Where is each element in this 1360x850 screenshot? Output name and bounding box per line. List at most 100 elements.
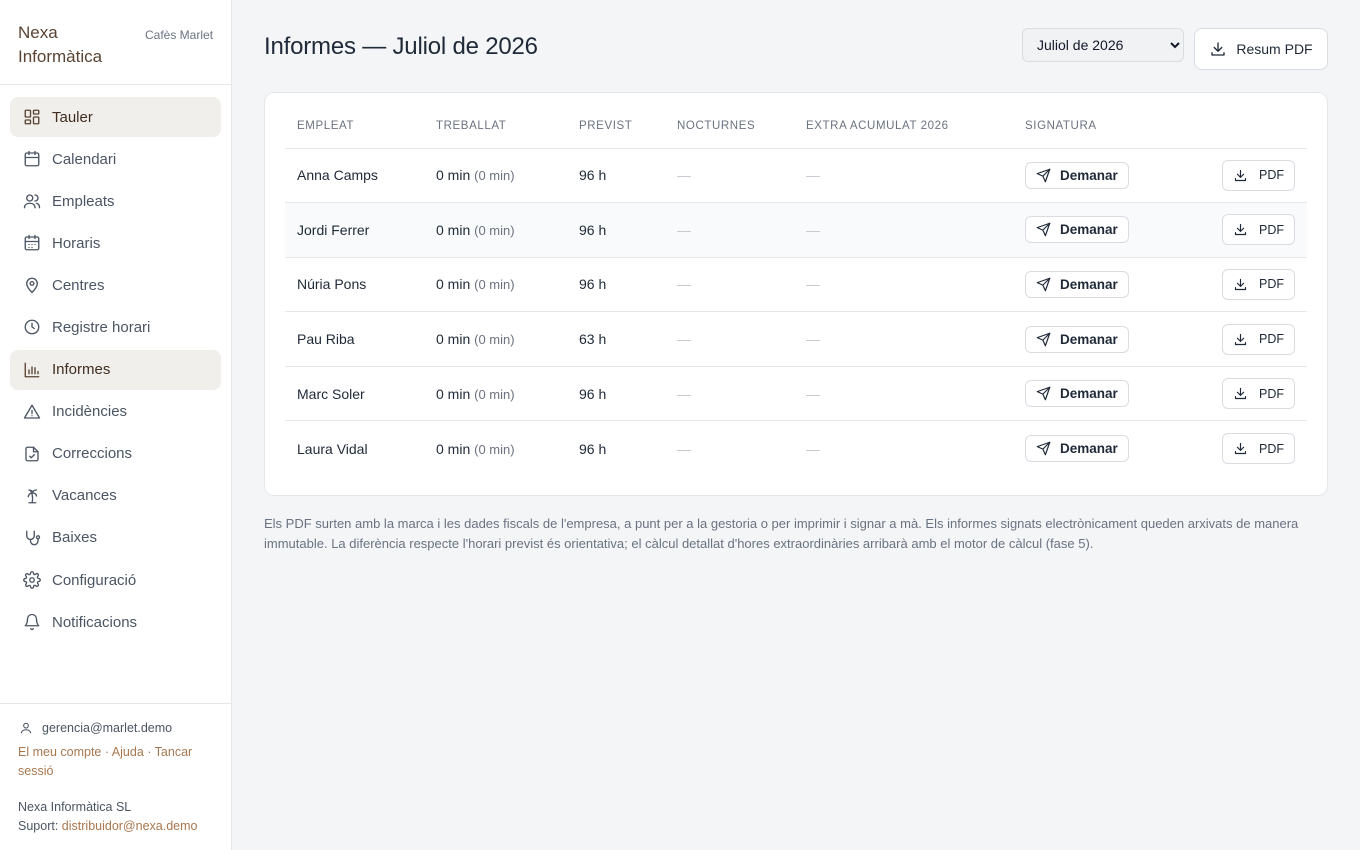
pdf-label: PDF (1259, 222, 1284, 237)
employee-pdf-button[interactable]: PDF (1222, 159, 1295, 191)
sidebar-item-label: Configuració (52, 571, 137, 589)
request-signature-button[interactable]: Demanar (1025, 270, 1129, 298)
pdf-label: PDF (1259, 441, 1284, 456)
worked-cell: 0 min (0 min) (424, 257, 567, 313)
employee-pdf-button[interactable]: PDF (1222, 378, 1295, 410)
calendar-icon (22, 149, 42, 169)
sidebar-item-label: Registre horari (52, 318, 151, 336)
column-header: Empleat (285, 120, 424, 149)
worked-value: 0 min (436, 167, 471, 184)
employee-pdf-button[interactable]: PDF (1222, 214, 1295, 246)
sidebar-item-vacances[interactable]: Vacances (10, 476, 221, 516)
column-header-actions (1173, 120, 1307, 149)
sidebar-item-horaris[interactable]: Horaris (10, 223, 221, 263)
pdf-cell: PDF (1173, 311, 1307, 367)
download-icon (1234, 169, 1247, 181)
worked-cell: 0 min (0 min) (424, 202, 567, 258)
sidebar-item-label: Correccions (52, 445, 133, 463)
sidebar-item-tauler[interactable]: Tauler (10, 97, 221, 137)
download-icon (1234, 278, 1247, 291)
sidebar-item-notificacions[interactable]: Notificacions (10, 602, 221, 642)
send-icon (1036, 386, 1051, 401)
sidebar-item-correccions[interactable]: Correccions (10, 434, 221, 474)
sidebar: Nexa Informàtica Cafès Marlet Tauler Cal… (0, 0, 232, 850)
gear-icon (22, 570, 42, 590)
table-row: Pau Riba 0 min (0 min) 63 h — — Demanar PDF (285, 311, 1307, 367)
worked-sub-value: (0 min) (474, 332, 515, 348)
employee-name: Pau Riba (285, 311, 424, 367)
my-account-link[interactable]: El meu compte (18, 745, 101, 759)
month-select[interactable]: Juliol de 2026 (1022, 28, 1184, 62)
employee-name: Núria Pons (285, 257, 424, 313)
user-email: gerencia@marlet.demo (42, 721, 173, 735)
sidebar-item-configuracio[interactable]: Configuració (10, 560, 221, 600)
night-value: — (665, 202, 794, 258)
sidebar-item-empleats[interactable]: Empleats (10, 181, 221, 221)
download-icon (1211, 42, 1226, 56)
sidebar-item-label: Incidències (52, 403, 128, 421)
user-info: gerencia@marlet.demo (18, 718, 213, 738)
extra-value: — (794, 311, 1013, 367)
worked-cell: 0 min (0 min) (424, 421, 567, 476)
request-signature-button[interactable]: Demanar (1025, 435, 1129, 463)
info-note: Els PDF surten amb la marca i les dades … (264, 516, 1299, 551)
sidebar-item-label: Horaris (52, 234, 101, 252)
worked-sub-value: (0 min) (474, 222, 515, 238)
request-signature-button[interactable]: Demanar (1025, 380, 1129, 408)
employee-pdf-button[interactable]: PDF (1222, 268, 1295, 300)
pdf-label: PDF (1259, 332, 1284, 347)
pdf-cell: PDF (1173, 366, 1307, 422)
planned-value: 96 h (567, 366, 665, 422)
employee-name: Jordi Ferrer (285, 202, 424, 258)
sidebar-item-incidencies[interactable]: Incidències (10, 392, 221, 432)
support-email-link[interactable]: distribuidor@nexa.demo (62, 819, 198, 833)
sidebar-item-informes[interactable]: Informes (10, 349, 221, 390)
client-name: Cafès Marlet (145, 28, 214, 42)
report-table-card: Empleat Treballat Previst Nocturnes Extr… (264, 92, 1328, 496)
summary-pdf-label: Resum PDF (1236, 41, 1313, 57)
schedule-icon (22, 233, 42, 253)
signature-cell: Demanar (1013, 148, 1173, 204)
table-row: Jordi Ferrer 0 min (0 min) 96 h — — Demanar PD… (285, 202, 1307, 258)
worked-value: 0 min (436, 331, 471, 348)
bell-icon (22, 612, 42, 632)
support-label: Suport: (18, 819, 59, 833)
column-header: Extra acumulat 2026 (794, 120, 1013, 149)
brand-name: Nexa Informàtica (18, 23, 103, 66)
dashboard-icon (22, 107, 42, 127)
sidebar-item-label: Baixes (52, 529, 98, 547)
request-signature-label: Demanar (1060, 441, 1118, 457)
sidebar-item-label: Centres (52, 276, 105, 294)
request-signature-label: Demanar (1060, 331, 1118, 347)
employee-pdf-button[interactable]: PDF (1222, 433, 1295, 465)
download-icon (1234, 333, 1247, 345)
link-separator: · (101, 745, 112, 759)
help-link[interactable]: Ajuda (112, 745, 144, 759)
worked-sub-value: (0 min) (474, 168, 515, 184)
worked-value: 0 min (436, 221, 471, 238)
sidebar-item-calendari[interactable]: Calendari (10, 139, 221, 179)
request-signature-label: Demanar (1060, 167, 1118, 183)
worked-sub-value: (0 min) (474, 441, 515, 457)
column-header: Previst (567, 120, 665, 149)
column-header: Signatura (1013, 120, 1173, 149)
employee-pdf-button[interactable]: PDF (1222, 323, 1295, 355)
request-signature-button[interactable]: Demanar (1025, 216, 1129, 244)
sidebar-item-registre-horari[interactable]: Registre horari (10, 307, 221, 347)
warning-icon (22, 402, 42, 422)
employee-name: Marc Soler (285, 366, 424, 422)
send-icon (1036, 223, 1051, 237)
request-signature-label: Demanar (1060, 222, 1118, 238)
summary-pdf-button[interactable]: Resum PDF (1194, 28, 1328, 70)
sidebar-item-baixes[interactable]: Baixes (10, 518, 221, 558)
worked-sub-value: (0 min) (474, 277, 515, 293)
planned-value: 96 h (579, 440, 607, 457)
request-signature-button[interactable]: Demanar (1025, 325, 1129, 353)
request-signature-button[interactable]: Demanar (1025, 161, 1129, 189)
pdf-cell: PDF (1173, 421, 1307, 476)
table-row: Anna Camps 0 min (0 min) 96 h — — Demanar PDF (285, 148, 1307, 204)
worked-value: 0 min (436, 440, 471, 457)
employee-name: Anna Camps (285, 148, 424, 204)
sidebar-item-centres[interactable]: Centres (10, 265, 221, 305)
extra-value: — (794, 148, 1013, 204)
